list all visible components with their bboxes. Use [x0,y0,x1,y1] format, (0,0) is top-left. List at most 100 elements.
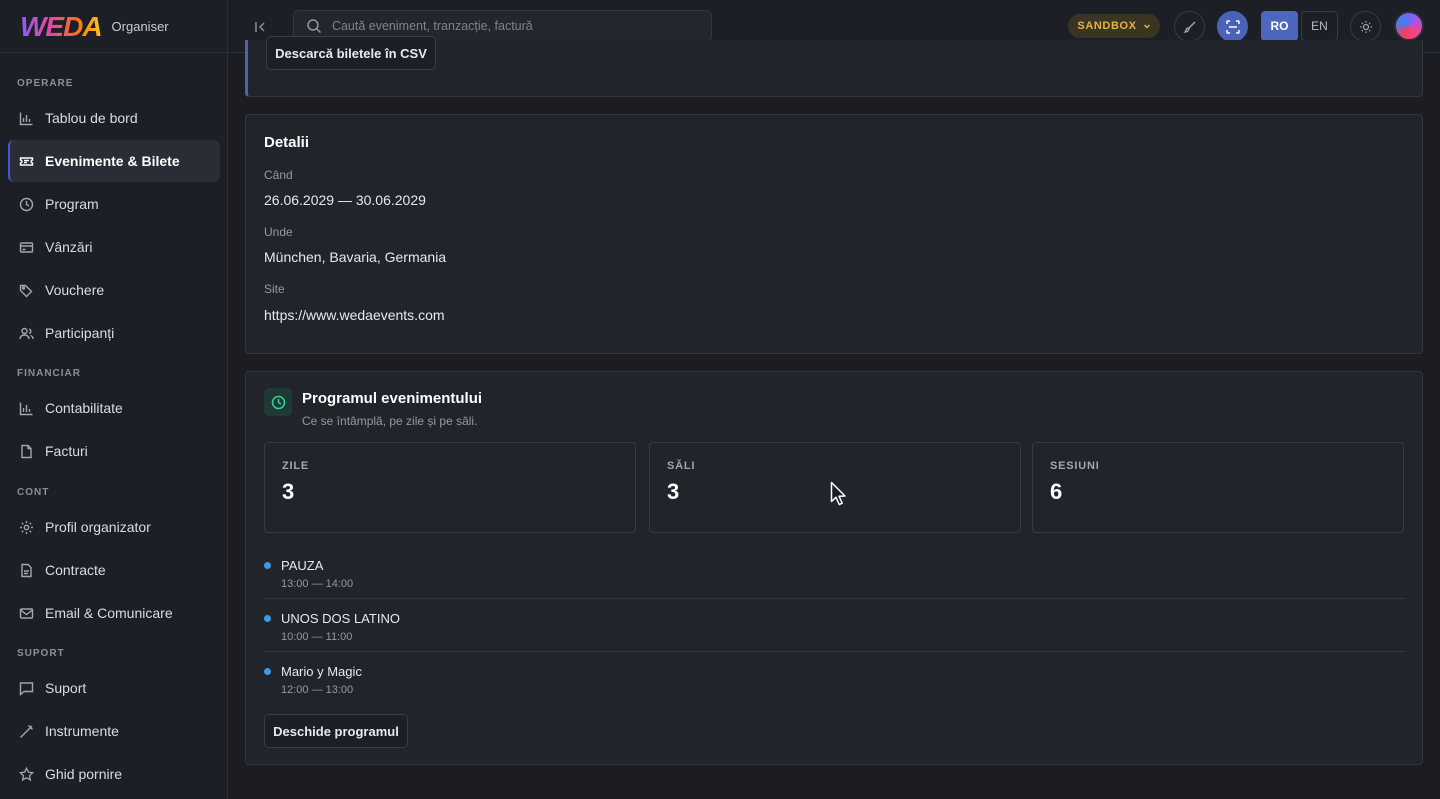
sidebar-item-dashboard[interactable]: Tablou de bord [8,97,220,139]
clock-icon [264,388,292,416]
sidebar-item-tools[interactable]: Instrumente [8,710,220,752]
ticket-icon [18,153,34,169]
star-icon [18,766,34,782]
sidebar-item-label: Vouchere [45,282,105,298]
session-time: 13:00 — 14:00 [281,578,354,590]
where-label: Unde [264,225,293,239]
session-name: Mario y Magic [281,664,362,679]
sidebar-item-invoices[interactable]: Facturi [8,430,220,472]
stat-label: SĂLI [667,460,696,472]
sidebar-item-label: Contracte [45,562,106,578]
user-avatar[interactable] [1394,11,1424,41]
program-title: Programul evenimentului [302,390,483,407]
sidebar-item-getting-started[interactable]: Ghid pornire [8,753,220,795]
stat-sessions: SESIUNI 6 [1032,442,1404,533]
message-icon [18,680,34,696]
sidebar-item-label: Tablou de bord [45,110,138,126]
site-link[interactable]: https://www.wedaevents.com [264,307,445,323]
session-name: PAUZA [281,558,324,573]
session-time: 12:00 — 13:00 [281,684,354,696]
sidebar-item-accounting[interactable]: Contabilitate [8,387,220,429]
mouse-cursor-icon [830,481,846,506]
sidebar-item-label: Program [45,196,99,212]
search-icon [307,19,321,34]
bar-chart-icon [18,110,34,126]
brush-icon [1182,21,1195,33]
brand[interactable]: WEDA Organiser [0,0,228,53]
collapse-sidebar-button[interactable] [250,16,272,38]
file-icon [18,443,34,459]
sidebar-item-participants[interactable]: Participanți [8,312,220,354]
scrollbar[interactable] [1430,300,1438,799]
program-subtitle: Ce se întâmplă, pe zile și pe săli. [302,414,478,428]
sidebar-item-label: Participanți [45,325,115,341]
session-name: UNOS DOS LATINO [281,611,400,626]
sidebar-section-operare: OPERARE [17,78,74,89]
session-time: 10:00 — 11:00 [281,631,353,643]
tag-icon [18,282,34,298]
brush-button[interactable] [1174,11,1205,42]
sidebar-item-label: Ghid pornire [45,766,123,782]
session-dot [264,615,271,622]
when-value: 26.06.2029 — 30.06.2029 [264,192,426,208]
sidebar-section-suport: SUPORT [17,648,65,659]
document-icon [18,562,34,578]
program-card: Programul evenimentului Ce se întâmplă, … [245,371,1423,765]
sidebar-item-vouchers[interactable]: Vouchere [8,269,220,311]
stat-label: SESIUNI [1050,460,1100,472]
session-item[interactable]: PAUZA 13:00 — 14:00 [264,546,1405,599]
sidebar-item-support[interactable]: Suport [8,667,220,709]
session-item[interactable]: UNOS DOS LATINO 10:00 — 11:00 [264,599,1405,652]
environment-badge-label: SANDBOX [1077,20,1137,32]
sidebar-item-sales[interactable]: Vânzări [8,226,220,268]
session-item[interactable]: Mario y Magic 12:00 — 13:00 [264,652,1405,705]
sidebar-item-label: Contabilitate [45,400,123,416]
session-dot [264,562,271,569]
sidebar-item-label: Facturi [45,443,88,459]
sidebar-item-organizer-profile[interactable]: Profil organizator [8,506,220,548]
sidebar-item-label: Vânzări [45,239,93,255]
where-value: München, Bavaria, Germania [264,249,447,265]
stat-label: ZILE [282,460,310,472]
stat-value: 3 [667,479,680,504]
sidebar-section-financiar: FINANCIAR [17,368,81,379]
sidebar-item-label: Evenimente & Bilete [45,153,180,169]
clock-icon [18,196,34,212]
sidebar-item-label: Instrumente [45,723,119,739]
download-tickets-csv-button[interactable]: Descarcă biletele în CSV [266,36,436,70]
stat-value: 6 [1050,479,1063,504]
open-program-button[interactable]: Deschide programul [264,714,408,748]
scan-button[interactable] [1217,11,1248,42]
sidebar-item-contracts[interactable]: Contracte [8,549,220,591]
sidebar: OPERARE Tablou de bord Evenimente & Bile… [0,53,228,799]
chevron-down-icon [1143,24,1150,29]
sidebar-item-events-tickets[interactable]: Evenimente & Bilete [8,140,220,182]
environment-badge[interactable]: SANDBOX [1068,14,1160,38]
brand-subtitle: Organiser [111,19,169,34]
users-icon [18,325,34,341]
settings-icon [18,519,34,535]
search-input[interactable] [331,19,711,33]
stat-days: ZILE 3 [264,442,636,533]
sidebar-item-label: Profil organizator [45,519,151,535]
logo[interactable]: WEDA [20,11,103,43]
language-en-button[interactable]: EN [1301,11,1338,41]
bar-chart-icon [18,400,34,416]
sidebar-item-program[interactable]: Program [8,183,220,225]
mail-icon [18,605,34,621]
stat-value: 3 [282,479,295,504]
wrench-icon [18,723,34,739]
tickets-card: Descarcă biletele în CSV [245,36,1423,97]
theme-toggle-button[interactable] [1350,11,1381,42]
session-dot [264,668,271,675]
language-ro-button[interactable]: RO [1261,11,1298,41]
scan-icon [1225,19,1240,34]
when-label: Când [264,168,293,182]
sidebar-item-email[interactable]: Email & Comunicare [8,592,220,634]
sidebar-item-label: Suport [45,680,87,696]
details-card: Detalii Când 26.06.2029 — 30.06.2029 Und… [245,114,1423,354]
sidebar-section-cont: CONT [17,487,50,498]
sidebar-item-label: Email & Comunicare [45,605,173,621]
credit-card-icon [18,239,34,255]
details-title: Detalii [264,134,310,151]
